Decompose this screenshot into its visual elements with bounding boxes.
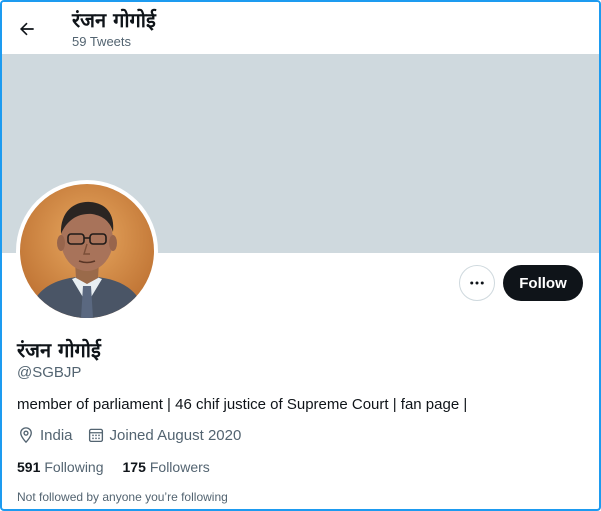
profile-handle: @SGBJP [17, 364, 82, 381]
profile-meta: India Joined August 2020 [17, 426, 255, 444]
following-label: Following [44, 459, 104, 475]
profile-bio: member of parliament | 46 chif justice o… [17, 396, 468, 413]
more-options-button[interactable] [459, 265, 495, 301]
avatar-image [20, 184, 154, 318]
follow-counts: 591 Following 175 Followers [17, 459, 229, 475]
back-arrow-icon [20, 22, 34, 36]
header-title: रंजन गोगोई [72, 8, 156, 32]
follow-button[interactable]: Follow [503, 265, 583, 301]
location-item: India [17, 426, 73, 444]
joined-item: Joined August 2020 [87, 426, 242, 444]
profile-name: रंजन गोगोई [17, 338, 101, 362]
back-button[interactable] [14, 16, 40, 42]
profile-page: रंजन गोगोई 59 Tweets Follow रंजन गोगोई @… [0, 0, 601, 511]
following-count: 591 [17, 459, 41, 475]
avatar[interactable] [16, 180, 158, 322]
location-pin-icon [20, 427, 32, 444]
follow-note: Not followed by anyone you’re following [17, 490, 228, 504]
joined-text: Joined August 2020 [109, 426, 242, 444]
followers-count: 175 [122, 459, 146, 475]
more-horizontal-icon [470, 281, 484, 285]
location-text: India [40, 426, 73, 444]
calendar-icon [88, 428, 103, 443]
top-bar: रंजन गोगोई 59 Tweets [2, 2, 599, 54]
followers-link[interactable]: 175 Followers [123, 459, 210, 475]
following-link[interactable]: 591 Following [17, 459, 104, 475]
tweet-count: 59 Tweets [72, 34, 132, 49]
followers-label: Followers [149, 459, 210, 475]
